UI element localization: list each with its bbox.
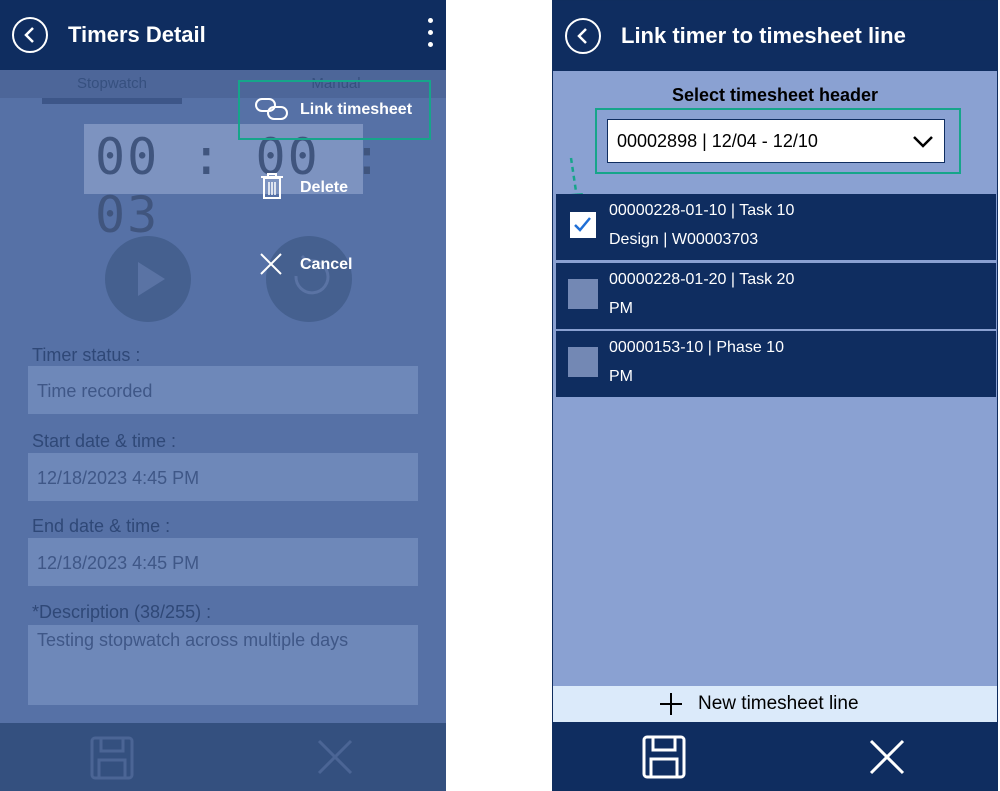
- select-value: 00002898 | 12/04 - 12/10: [617, 131, 818, 151]
- plus-icon: [660, 693, 682, 715]
- back-button[interactable]: [565, 18, 601, 54]
- new-line-label: New timesheet line: [698, 693, 859, 714]
- select-header-label: Select timesheet header: [671, 85, 879, 105]
- line-checkbox[interactable]: [568, 347, 598, 377]
- link-icon[interactable]: [254, 96, 290, 122]
- more-icon[interactable]: [426, 18, 434, 52]
- timesheet-line-row[interactable]: 00000228-01-10 | Task 10 Design | W00003…: [556, 194, 996, 260]
- header: Link timer to timesheet line: [553, 1, 997, 71]
- line-subtitle: Design | W00003703: [609, 231, 759, 248]
- trash-icon[interactable]: [260, 172, 284, 200]
- line-subtitle: PM: [609, 368, 633, 385]
- link-timer-screen: Link timer to timesheet line Select time…: [552, 0, 998, 791]
- menu-cancel[interactable]: Cancel: [300, 256, 352, 274]
- back-icon: [577, 28, 587, 44]
- line-title: 00000228-01-10 | Task 10: [609, 202, 795, 219]
- reset-icon: [294, 254, 330, 295]
- play-icon: [138, 262, 165, 296]
- start-date-label: Start date & time :: [32, 431, 177, 451]
- timers-detail-screen: Timers Detail Stopwatch Manual 00 : 00 :…: [0, 0, 446, 791]
- bottom-bar: [553, 722, 997, 790]
- checkmark-icon: [574, 217, 591, 232]
- timer-status-label: Timer status :: [32, 345, 141, 365]
- play-button[interactable]: [105, 236, 191, 322]
- menu-link-timesheet[interactable]: Link timesheet: [300, 101, 412, 119]
- timesheet-line-row[interactable]: 00000228-01-20 | Task 20 PM: [556, 263, 996, 329]
- bottom-bar: [0, 723, 446, 791]
- back-button[interactable]: [12, 17, 48, 53]
- save-icon[interactable]: [90, 736, 134, 780]
- timer-status-value: Time recorded: [37, 381, 153, 401]
- close-icon[interactable]: [259, 252, 283, 276]
- start-date-value: 12/18/2023 4:45 PM: [37, 468, 200, 488]
- tab-stopwatch[interactable]: Stopwatch: [42, 70, 182, 98]
- description-label: *Description (38/255) :: [32, 602, 212, 622]
- line-checkbox[interactable]: [568, 279, 598, 309]
- description-value: Testing stopwatch across multiple days: [37, 630, 349, 650]
- end-date-label: End date & time :: [32, 516, 171, 536]
- end-date-value: 12/18/2023 4:45 PM: [37, 553, 200, 573]
- chevron-down-icon: [913, 136, 933, 148]
- timesheet-header-select[interactable]: 00002898 | 12/04 - 12/10: [607, 119, 945, 163]
- page-title: Timers Detail: [68, 22, 206, 47]
- timesheet-line-row[interactable]: 00000153-10 | Phase 10 PM: [556, 331, 996, 397]
- new-timesheet-line-button[interactable]: New timesheet line: [553, 686, 997, 722]
- close-icon[interactable]: [316, 738, 354, 776]
- line-title: 00000153-10 | Phase 10: [609, 339, 784, 356]
- back-icon: [24, 27, 34, 43]
- line-title: 00000228-01-20 | Task 20: [609, 271, 795, 288]
- save-icon[interactable]: [642, 735, 686, 779]
- menu-delete[interactable]: Delete: [300, 179, 348, 197]
- close-icon[interactable]: [868, 738, 906, 776]
- header: Timers Detail: [0, 0, 446, 70]
- line-checkbox[interactable]: [568, 210, 598, 240]
- reset-button[interactable]: [266, 236, 352, 322]
- line-subtitle: PM: [609, 300, 633, 317]
- page-title: Link timer to timesheet line: [621, 23, 906, 48]
- tab-indicator: [42, 98, 182, 104]
